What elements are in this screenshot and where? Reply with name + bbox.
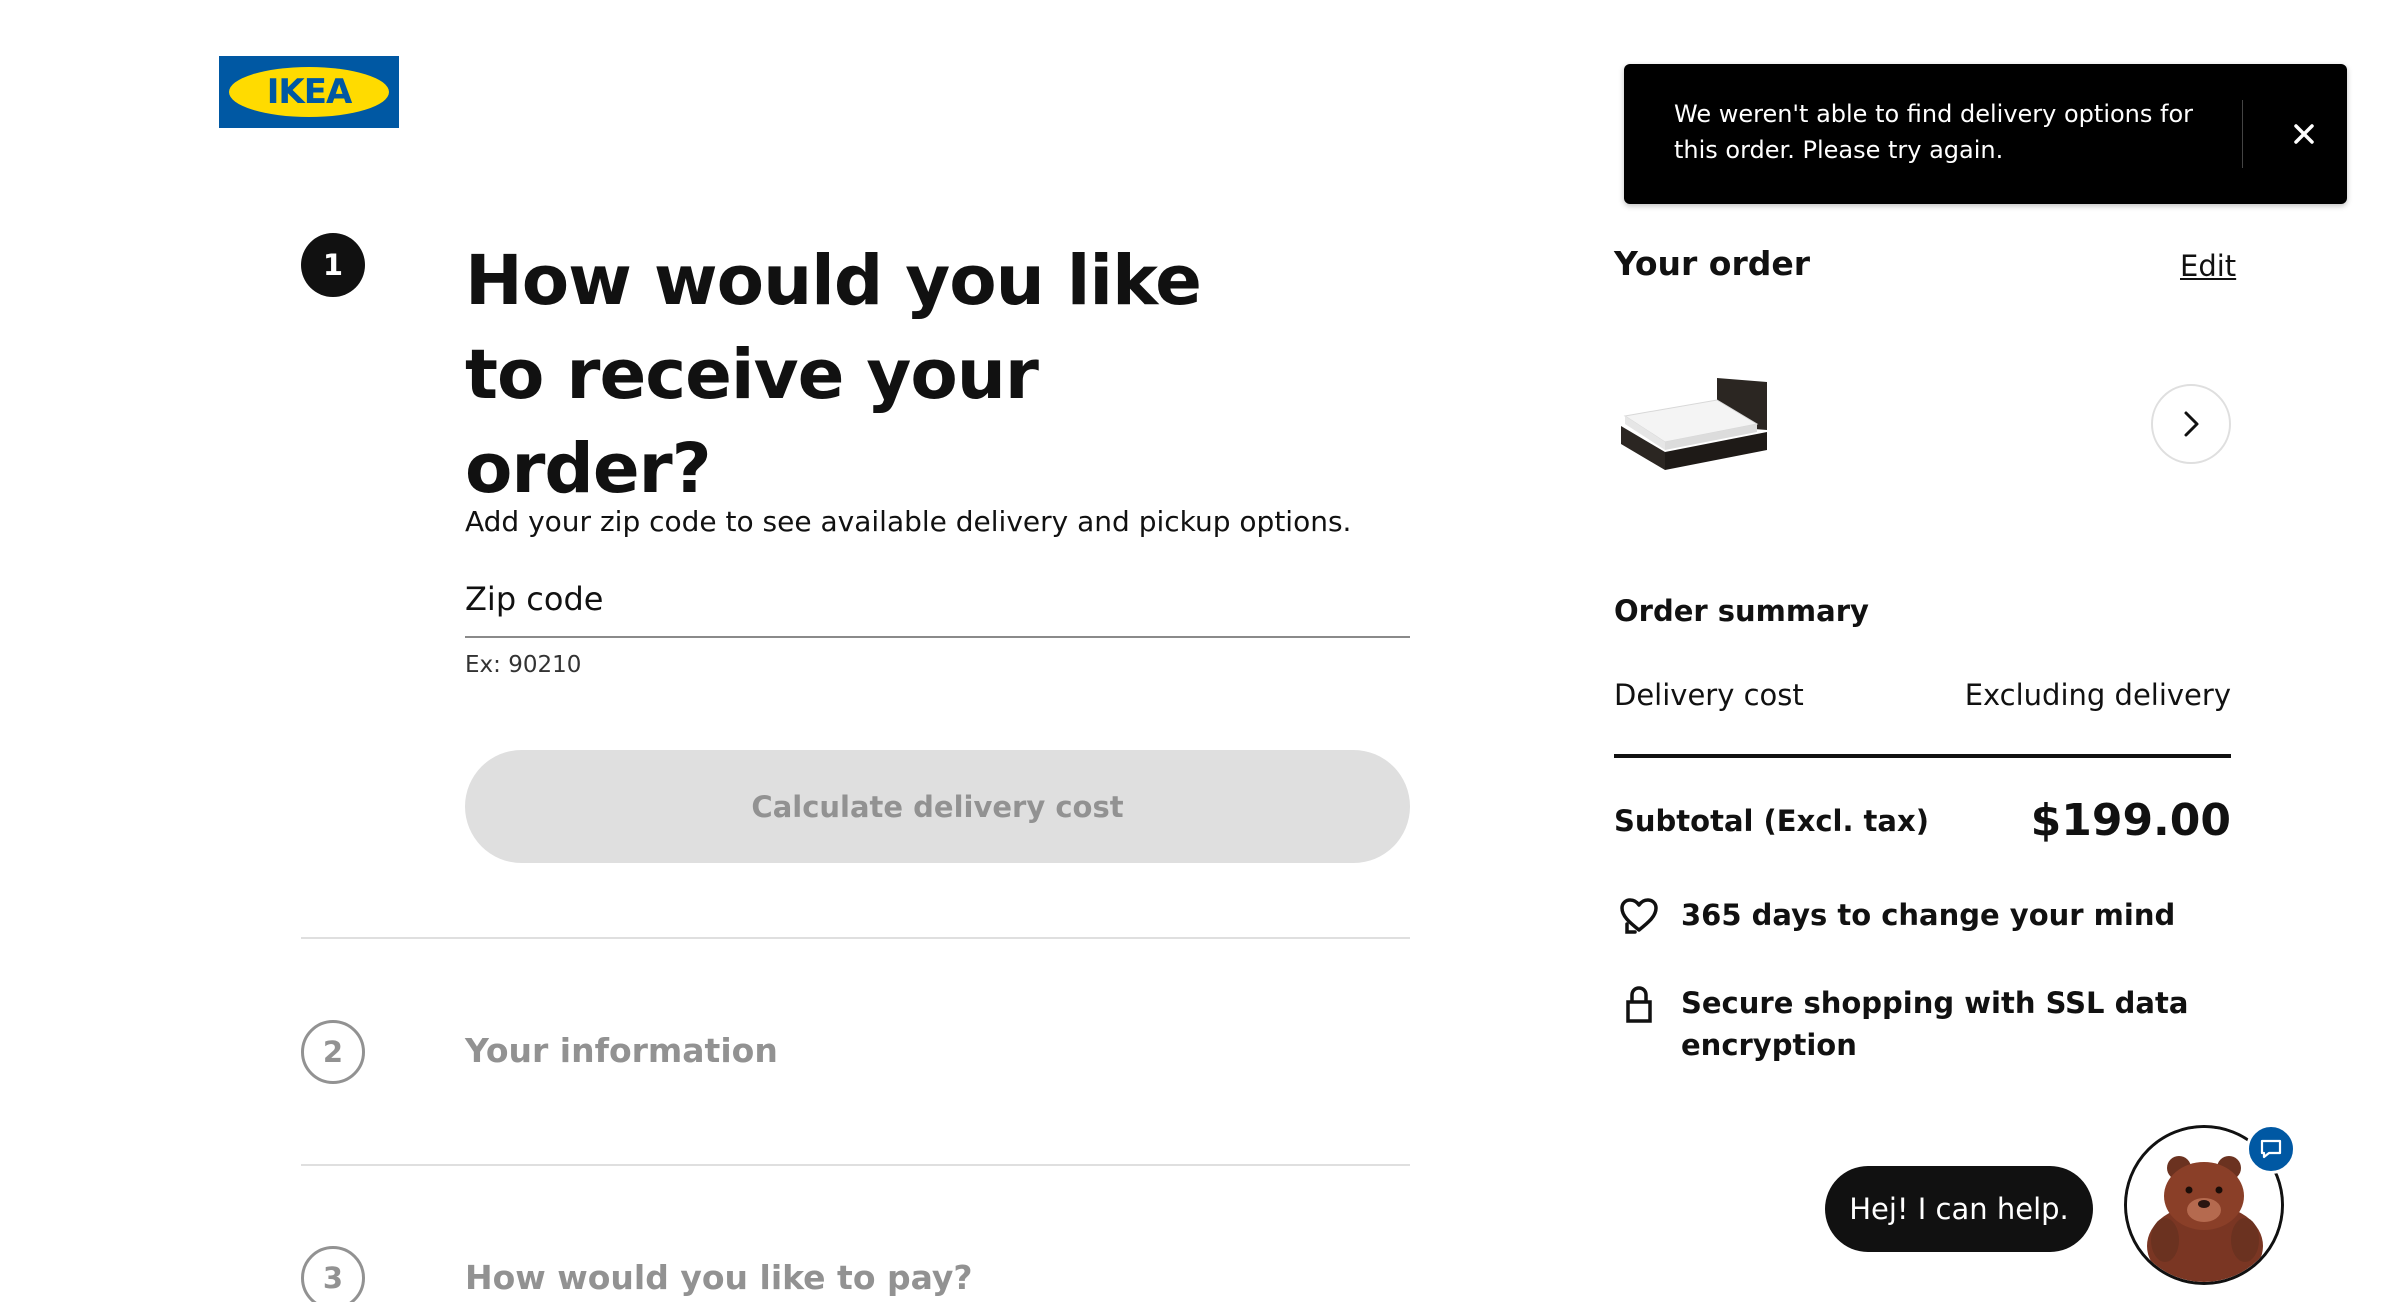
chat-icon[interactable] [2246, 1124, 2296, 1174]
toast-message: We weren't able to find delivery options… [1674, 100, 2194, 164]
logo-text: IKEA [266, 72, 353, 112]
error-toast: We weren't able to find delivery options… [1624, 64, 2347, 204]
step-divider [301, 1164, 1410, 1166]
step-divider [301, 937, 1410, 939]
calculate-delivery-cost-button[interactable]: Calculate delivery cost [465, 750, 1410, 863]
chevron-right-icon[interactable] [2151, 384, 2231, 464]
step-2-number: 2 [301, 1020, 365, 1084]
step-3-number: 3 [301, 1246, 365, 1302]
step-3-title: How would you like to pay? [465, 1258, 973, 1297]
close-icon[interactable] [2279, 109, 2329, 159]
subtotal-label: Subtotal (Excl. tax) [1614, 804, 1929, 838]
page-title: How would you like to receive your order… [465, 241, 1202, 509]
ikea-logo[interactable]: IKEA [219, 56, 399, 128]
secure-shopping-text: Secure shopping with SSL data encryption [1681, 986, 2189, 1062]
checkout-page: IKEA 1 How would you like to receive you… [0, 0, 2400, 1302]
lock-icon [1626, 986, 1652, 1023]
subtotal-value: $199.00 [2030, 795, 2231, 846]
zip-code-hint: Ex: 90210 [465, 652, 582, 678]
edit-order-link[interactable]: Edit [2180, 249, 2236, 283]
your-order-title: Your order [1614, 244, 1811, 283]
zip-code-input[interactable] [465, 570, 1410, 638]
delivery-cost-value: Excluding delivery [1964, 678, 2231, 712]
bed-image[interactable] [1617, 370, 1777, 470]
summary-divider [1614, 754, 2231, 758]
return-policy-text: 365 days to change your mind [1681, 898, 2176, 932]
chat-prompt-bubble[interactable]: Hej! I can help. [1825, 1166, 2093, 1252]
step-1-number: 1 [301, 233, 365, 297]
heart-return-icon [1620, 898, 1658, 934]
delivery-cost-label: Delivery cost [1614, 678, 1804, 712]
toast-separator [2242, 100, 2243, 168]
order-summary-title: Order summary [1614, 594, 1869, 628]
return-policy-feature: 365 days to change your mind [1617, 894, 2201, 938]
secure-shopping-feature: Secure shopping with SSL data encryption [1617, 982, 2201, 1066]
step-2-title: Your information [465, 1031, 778, 1070]
delivery-intro: Add your zip code to see available deliv… [465, 505, 1352, 538]
